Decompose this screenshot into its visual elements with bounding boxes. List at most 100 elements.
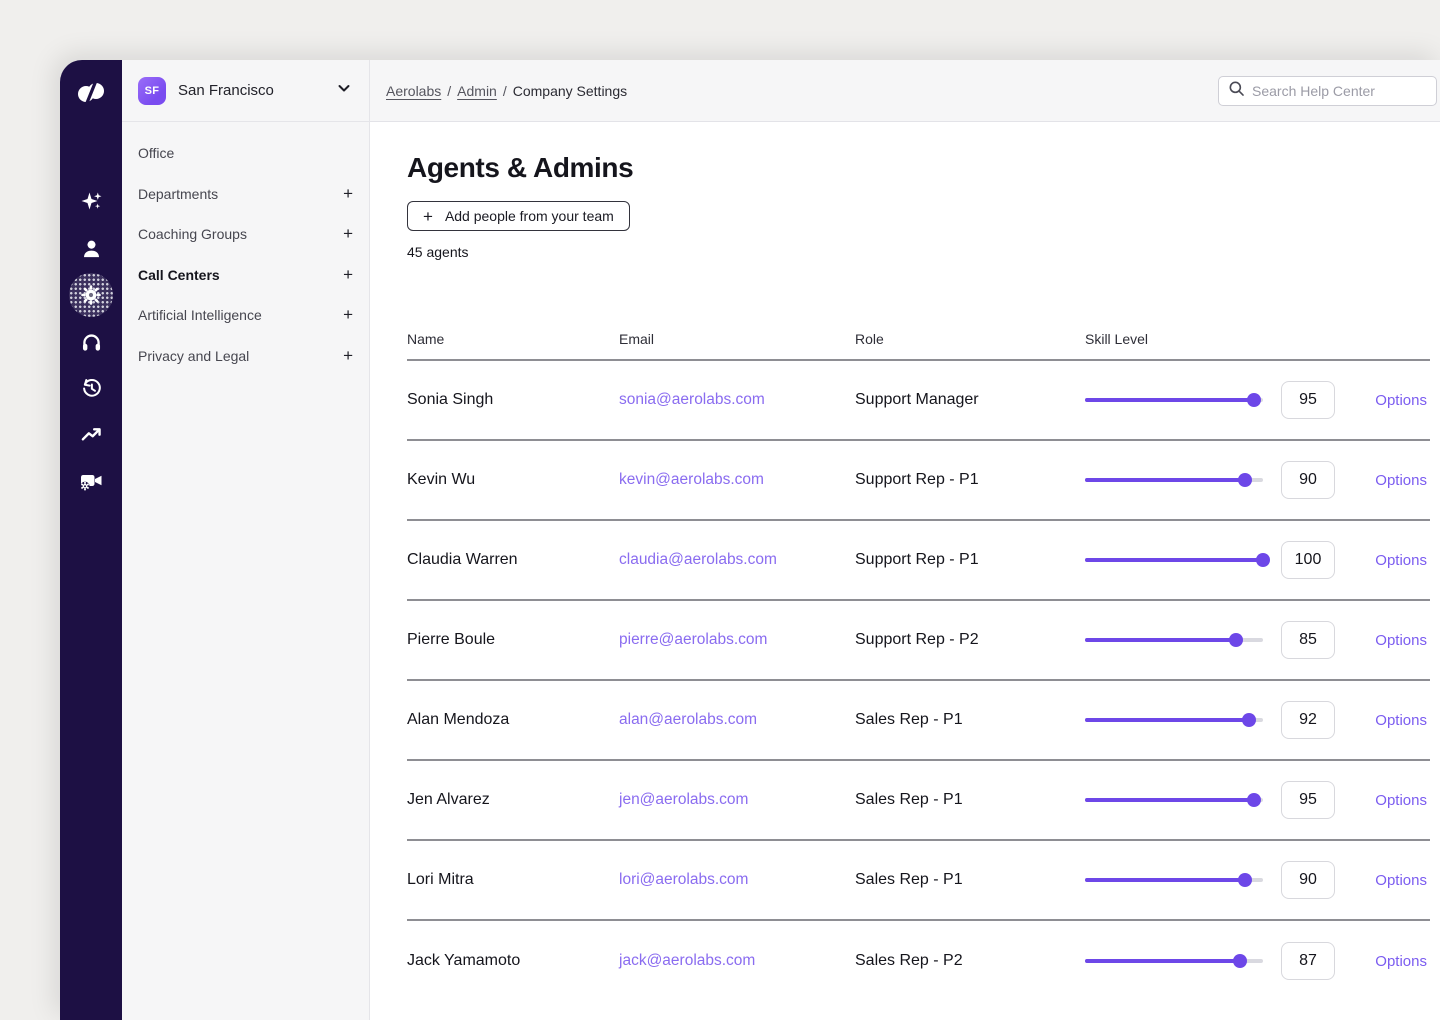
plus-icon: + <box>423 208 433 225</box>
slider-fill <box>1085 718 1249 722</box>
agent-email-link[interactable]: jen@aerolabs.com <box>619 791 855 809</box>
skill-slider[interactable] <box>1085 954 1263 968</box>
support-headset-icon[interactable] <box>74 324 108 358</box>
agents-table-body: Sonia Singh sonia@aerolabs.com Support M… <box>407 361 1430 1001</box>
slider-thumb[interactable] <box>1238 473 1252 487</box>
app-logo-icon[interactable] <box>74 76 108 110</box>
column-header-name: Name <box>407 331 619 347</box>
sidebar-item-departments[interactable]: Departments + <box>122 174 369 215</box>
breadcrumb: Aerolabs / Admin / Company Settings <box>386 83 627 99</box>
skill-cell: Options <box>1085 701 1430 739</box>
ai-sparkles-icon[interactable] <box>74 185 108 219</box>
agent-email-link[interactable]: kevin@aerolabs.com <box>619 471 855 489</box>
slider-thumb[interactable] <box>1256 553 1270 567</box>
workspace-selector[interactable]: SF San Francisco <box>122 60 369 122</box>
skill-value-input[interactable] <box>1281 541 1335 579</box>
agent-role: Support Rep - P2 <box>855 631 1085 649</box>
settings-gear-icon[interactable] <box>69 273 113 317</box>
agent-email-link[interactable]: pierre@aerolabs.com <box>619 631 855 649</box>
expand-plus-icon[interactable]: + <box>343 224 353 244</box>
help-search-input[interactable] <box>1252 83 1427 99</box>
skill-value-input[interactable] <box>1281 781 1335 819</box>
breadcrumb-link-admin[interactable]: Admin <box>457 83 497 99</box>
expand-plus-icon[interactable]: + <box>343 265 353 285</box>
slider-thumb[interactable] <box>1247 793 1261 807</box>
skill-value-input[interactable] <box>1281 861 1335 899</box>
breadcrumb-current: Company Settings <box>513 83 627 99</box>
column-header-skill-level: Skill Level <box>1085 331 1430 347</box>
expand-plus-icon[interactable]: + <box>343 346 353 366</box>
table-row: Claudia Warren claudia@aerolabs.com Supp… <box>407 521 1430 601</box>
agent-email-link[interactable]: lori@aerolabs.com <box>619 871 855 889</box>
agent-name: Sonia Singh <box>407 391 619 409</box>
slider-fill <box>1085 638 1236 642</box>
agent-email-link[interactable]: sonia@aerolabs.com <box>619 391 855 409</box>
expand-plus-icon[interactable]: + <box>343 305 353 325</box>
slider-fill <box>1085 558 1263 562</box>
topbar: Aerolabs / Admin / Company Settings <box>370 60 1440 122</box>
main-area: Aerolabs / Admin / Company Settings Agen… <box>370 60 1440 1020</box>
skill-slider[interactable] <box>1085 793 1263 807</box>
skill-value-input[interactable] <box>1281 942 1335 980</box>
slider-thumb[interactable] <box>1247 393 1261 407</box>
slider-thumb[interactable] <box>1238 873 1252 887</box>
table-row: Sonia Singh sonia@aerolabs.com Support M… <box>407 361 1430 441</box>
history-clock-icon[interactable] <box>74 371 108 405</box>
column-header-role: Role <box>855 331 1085 347</box>
skill-slider[interactable] <box>1085 633 1263 647</box>
options-link[interactable]: Options <box>1375 472 1427 489</box>
search-icon <box>1228 80 1245 102</box>
column-header-email: Email <box>619 331 855 347</box>
options-link[interactable]: Options <box>1375 792 1427 809</box>
options-link[interactable]: Options <box>1375 392 1427 409</box>
skill-slider[interactable] <box>1085 393 1263 407</box>
sidebar-item-label: Coaching Groups <box>138 226 247 242</box>
skill-value-input[interactable] <box>1281 621 1335 659</box>
agent-role: Sales Rep - P2 <box>855 952 1085 970</box>
sidebar-item-call-centers[interactable]: Call Centers + <box>122 255 369 296</box>
add-people-button[interactable]: + Add people from your team <box>407 201 630 231</box>
skill-value-input[interactable] <box>1281 701 1335 739</box>
sidebar-item-label: Call Centers <box>138 267 220 283</box>
sidebar-nav: Office Departments + Coaching Groups + C… <box>122 122 369 376</box>
analytics-trending-up-icon[interactable] <box>74 417 108 451</box>
skill-slider[interactable] <box>1085 473 1263 487</box>
skill-value-input[interactable] <box>1281 381 1335 419</box>
expand-plus-icon[interactable]: + <box>343 184 353 204</box>
agent-email-link[interactable]: claudia@aerolabs.com <box>619 551 855 569</box>
sidebar-item-artificial-intelligence[interactable]: Artificial Intelligence + <box>122 295 369 336</box>
skill-slider[interactable] <box>1085 873 1263 887</box>
options-link[interactable]: Options <box>1375 552 1427 569</box>
sidebar-item-coaching-groups[interactable]: Coaching Groups + <box>122 214 369 255</box>
agent-role: Sales Rep - P1 <box>855 791 1085 809</box>
skill-value-input[interactable] <box>1281 461 1335 499</box>
agent-name: Claudia Warren <box>407 551 619 569</box>
agent-role: Support Rep - P1 <box>855 551 1085 569</box>
contacts-person-icon[interactable] <box>74 231 108 265</box>
options-link[interactable]: Options <box>1375 953 1427 970</box>
options-link[interactable]: Options <box>1375 872 1427 889</box>
slider-fill <box>1085 959 1240 963</box>
slider-thumb[interactable] <box>1242 713 1256 727</box>
agent-email-link[interactable]: jack@aerolabs.com <box>619 952 855 970</box>
slider-thumb[interactable] <box>1233 954 1247 968</box>
table-row: Pierre Boule pierre@aerolabs.com Support… <box>407 601 1430 681</box>
add-people-button-label: Add people from your team <box>445 208 614 224</box>
options-link[interactable]: Options <box>1375 712 1427 729</box>
agent-email-link[interactable]: alan@aerolabs.com <box>619 711 855 729</box>
table-row: Alan Mendoza alan@aerolabs.com Sales Rep… <box>407 681 1430 761</box>
agent-name: Pierre Boule <box>407 631 619 649</box>
agent-role: Support Manager <box>855 391 1085 409</box>
breadcrumb-link-aerolabs[interactable]: Aerolabs <box>386 83 441 99</box>
options-link[interactable]: Options <box>1375 632 1427 649</box>
skill-slider[interactable] <box>1085 713 1263 727</box>
page-content: Agents & Admins + Add people from your t… <box>370 122 1440 1020</box>
video-meetings-camera-icon[interactable] <box>74 464 108 498</box>
app-window: SF San Francisco Office Departments + Co… <box>60 60 1440 1020</box>
sidebar-item-office[interactable]: Office <box>122 133 369 174</box>
help-search-box[interactable] <box>1218 76 1437 106</box>
skill-slider[interactable] <box>1085 553 1263 567</box>
sidebar-item-privacy-and-legal[interactable]: Privacy and Legal + <box>122 336 369 377</box>
slider-thumb[interactable] <box>1229 633 1243 647</box>
skill-cell: Options <box>1085 942 1430 980</box>
